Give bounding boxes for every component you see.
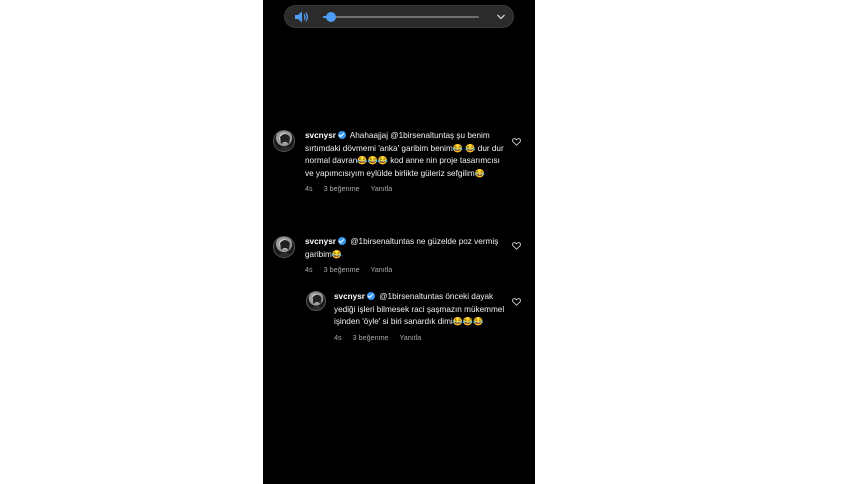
comment-likes[interactable]: 3 beğenme	[353, 333, 389, 342]
avatar[interactable]	[306, 291, 326, 311]
avatar[interactable]	[273, 236, 295, 258]
reply-button[interactable]: Yanıtla	[370, 265, 392, 274]
comment-meta: 4s 3 beğenme Yanıtla	[334, 333, 506, 342]
volume-overlay	[284, 5, 514, 28]
volume-slider-thumb[interactable]	[325, 12, 336, 22]
comment-username[interactable]: svcnysr	[305, 237, 336, 246]
verified-badge-icon	[337, 237, 346, 245]
avatar[interactable]	[273, 130, 295, 152]
comment-meta: 4s 3 beğenme Yanıtla	[305, 265, 505, 274]
comment-text: svcnysr @1birsenaltuntas ne güzelde poz …	[305, 236, 505, 261]
comment-username[interactable]: svcnysr	[305, 131, 336, 140]
comment-text: svcnysr Ahahaajjaj @1birsenaltuntaş şu b…	[305, 130, 505, 180]
comment-likes[interactable]: 3 beğenme	[324, 184, 360, 193]
comment-age: 4s	[305, 265, 313, 275]
comment-body: svcnysr @1birsenaltuntas ne güzelde poz …	[305, 236, 505, 274]
phone-screen: svcnysr Ahahaajjaj @1birsenaltuntaş şu b…	[263, 0, 535, 484]
comment-likes[interactable]: 3 beğenme	[324, 265, 360, 274]
heart-icon[interactable]	[512, 298, 521, 306]
heart-icon[interactable]	[512, 242, 521, 250]
speaker-icon[interactable]	[294, 10, 309, 24]
chevron-down-icon[interactable]	[496, 12, 506, 22]
reply-button[interactable]: Yanıtla	[399, 333, 421, 342]
verified-badge-icon	[366, 292, 375, 300]
volume-slider[interactable]	[323, 12, 479, 22]
comment-text: svcnysr @1birsenaltuntas önceki dayak ye…	[334, 291, 506, 329]
comment-body: svcnysr @1birsenaltuntas önceki dayak ye…	[334, 291, 506, 342]
comment-username[interactable]: svcnysr	[334, 292, 365, 301]
comment-age: 4s	[334, 332, 342, 342]
reply-button[interactable]: Yanıtla	[370, 184, 392, 193]
heart-icon[interactable]	[512, 138, 521, 146]
comment-body: svcnysr Ahahaajjaj @1birsenaltuntaş şu b…	[305, 130, 505, 193]
verified-badge-icon	[337, 131, 346, 139]
comment-age: 4s	[305, 184, 313, 194]
comment-meta: 4s 3 beğenme Yanıtla	[305, 184, 505, 193]
